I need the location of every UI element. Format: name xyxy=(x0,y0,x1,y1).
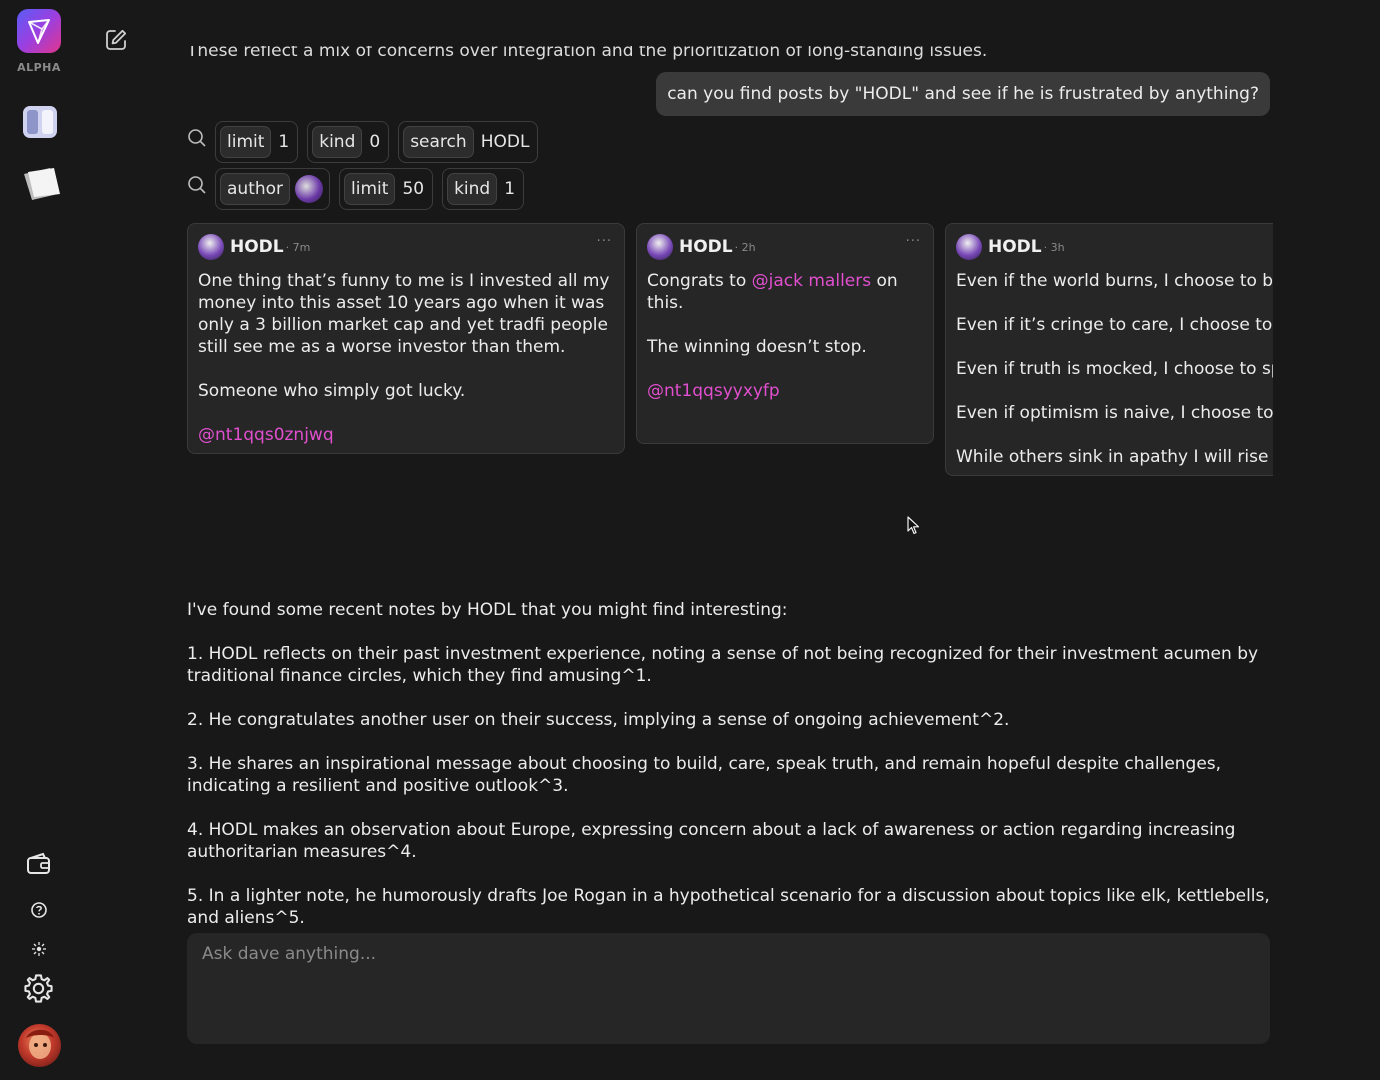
notes-carousel[interactable]: HODL · 7m ··· One thing that’s funny to … xyxy=(187,223,1273,483)
user-message-bubble: can you find posts by "HODL" and see if … xyxy=(656,72,1270,116)
note-body-line: The winning doesn’t stop. xyxy=(647,337,867,357)
chip-key: limit xyxy=(220,126,272,158)
mention-link[interactable]: @nt1qqsyyxyfp xyxy=(647,381,780,401)
note-body: Even if the world burns, I choose to bui… xyxy=(956,270,1273,468)
chip-key: author xyxy=(220,173,291,205)
previous-reply-text: These reflect a mix of concerns over int… xyxy=(187,46,987,66)
note-text: Congrats to xyxy=(647,271,752,291)
note-card[interactable]: HODL · 2h ··· Congrats to @jack mallers … xyxy=(636,223,934,444)
sidebar-toggle-icon[interactable] xyxy=(22,104,58,140)
help-icon[interactable] xyxy=(30,901,48,919)
assistant-answer: I've found some recent notes by HODL tha… xyxy=(187,599,1272,951)
note-line: While others sink in apathy I will rise … xyxy=(956,447,1273,467)
note-body: One thing that’s funny to me is I invest… xyxy=(198,271,610,401)
theme-icon[interactable] xyxy=(31,941,47,957)
note-time: · 3h xyxy=(1043,240,1065,254)
chip-key: kind xyxy=(447,173,498,205)
author-name[interactable]: HODL xyxy=(230,237,284,257)
more-options-icon[interactable]: ··· xyxy=(906,234,921,249)
note-time: · 2h xyxy=(734,240,756,254)
author-name[interactable]: HODL xyxy=(679,237,733,257)
chat-input[interactable] xyxy=(200,943,1254,965)
note-line: Even if truth is mocked, I choose to spe… xyxy=(956,359,1273,379)
chip-value: 50 xyxy=(402,179,425,199)
filter-chip-kind: kind 0 xyxy=(307,121,390,163)
note-time-value: 7m xyxy=(292,240,311,254)
note-line: Even if it’s cringe to care, I choose to… xyxy=(956,315,1273,335)
app-logo-icon[interactable] xyxy=(17,9,61,53)
chip-value: 0 xyxy=(369,132,381,152)
answer-item: 3. He shares an inspirational message ab… xyxy=(187,754,1222,796)
logo-label: ALPHA xyxy=(17,61,61,74)
chip-key: kind xyxy=(312,126,363,158)
author-avatar[interactable] xyxy=(198,234,224,260)
previous-reply-tail: These reflect a mix of concerns over int… xyxy=(187,46,988,61)
sidebar: ALPHA xyxy=(0,0,80,1080)
note-time-value: 2h xyxy=(741,240,756,254)
new-chat-icon[interactable] xyxy=(104,28,128,52)
filter-chip-search: search HODL xyxy=(398,121,539,163)
answer-item: 2. He congratulates another user on thei… xyxy=(187,710,1010,730)
author-avatar[interactable] xyxy=(956,234,982,260)
mouse-cursor-icon xyxy=(907,516,921,536)
note-header: HODL · 2h ··· xyxy=(647,224,923,270)
note-card[interactable]: HODL · 3h Even if the world burns, I cho… xyxy=(945,223,1273,476)
chip-value: 1 xyxy=(504,179,516,199)
filter-chip-kind: kind 1 xyxy=(442,168,525,210)
tool-call-row: author limit 50 kind 1 xyxy=(187,168,525,210)
search-icon xyxy=(187,128,207,148)
note-time-value: 3h xyxy=(1050,240,1065,254)
author-avatar xyxy=(295,175,324,203)
answer-item: 5. In a lighter note, he humorously draf… xyxy=(187,886,1270,928)
note-header: HODL · 7m ··· xyxy=(198,224,614,270)
filter-chip-limit: limit 1 xyxy=(215,121,299,163)
wallet-icon[interactable] xyxy=(26,852,52,876)
author-name[interactable]: HODL xyxy=(988,237,1042,257)
note-card[interactable]: HODL · 7m ··· One thing that’s funny to … xyxy=(187,223,625,454)
answer-intro: I've found some recent notes by HODL tha… xyxy=(187,600,788,620)
answer-item: 1. HODL reflects on their past investmen… xyxy=(187,644,1259,686)
chip-value: HODL xyxy=(480,132,530,152)
answer-item: 4. HODL makes an observation about Europ… xyxy=(187,820,1236,862)
settings-icon[interactable] xyxy=(22,972,55,1005)
filter-chip-author: author xyxy=(215,168,331,210)
mention-link[interactable]: @nt1qqs0znjwq xyxy=(198,425,334,445)
search-icon xyxy=(187,175,207,195)
composer[interactable] xyxy=(187,933,1270,1044)
more-options-icon[interactable]: ··· xyxy=(597,234,612,249)
mention-link[interactable]: @jack mallers xyxy=(752,271,871,291)
note-line: Even if the world burns, I choose to bui… xyxy=(956,271,1273,291)
note-body: Congrats to @jack mallers on this. xyxy=(647,270,923,314)
chip-key: search xyxy=(403,126,474,158)
notes-icon[interactable] xyxy=(22,166,62,202)
chip-value: 1 xyxy=(278,132,290,152)
note-header: HODL · 3h xyxy=(956,224,1273,270)
author-avatar[interactable] xyxy=(647,234,673,260)
chip-key: limit xyxy=(344,173,396,205)
filter-chip-limit: limit 50 xyxy=(339,168,434,210)
user-avatar[interactable] xyxy=(18,1024,61,1067)
note-line: Even if optimism is naive, I choose to b… xyxy=(956,403,1273,423)
note-time: · 7m xyxy=(285,240,311,254)
tool-call-row: limit 1 kind 0 search HODL xyxy=(187,121,539,163)
